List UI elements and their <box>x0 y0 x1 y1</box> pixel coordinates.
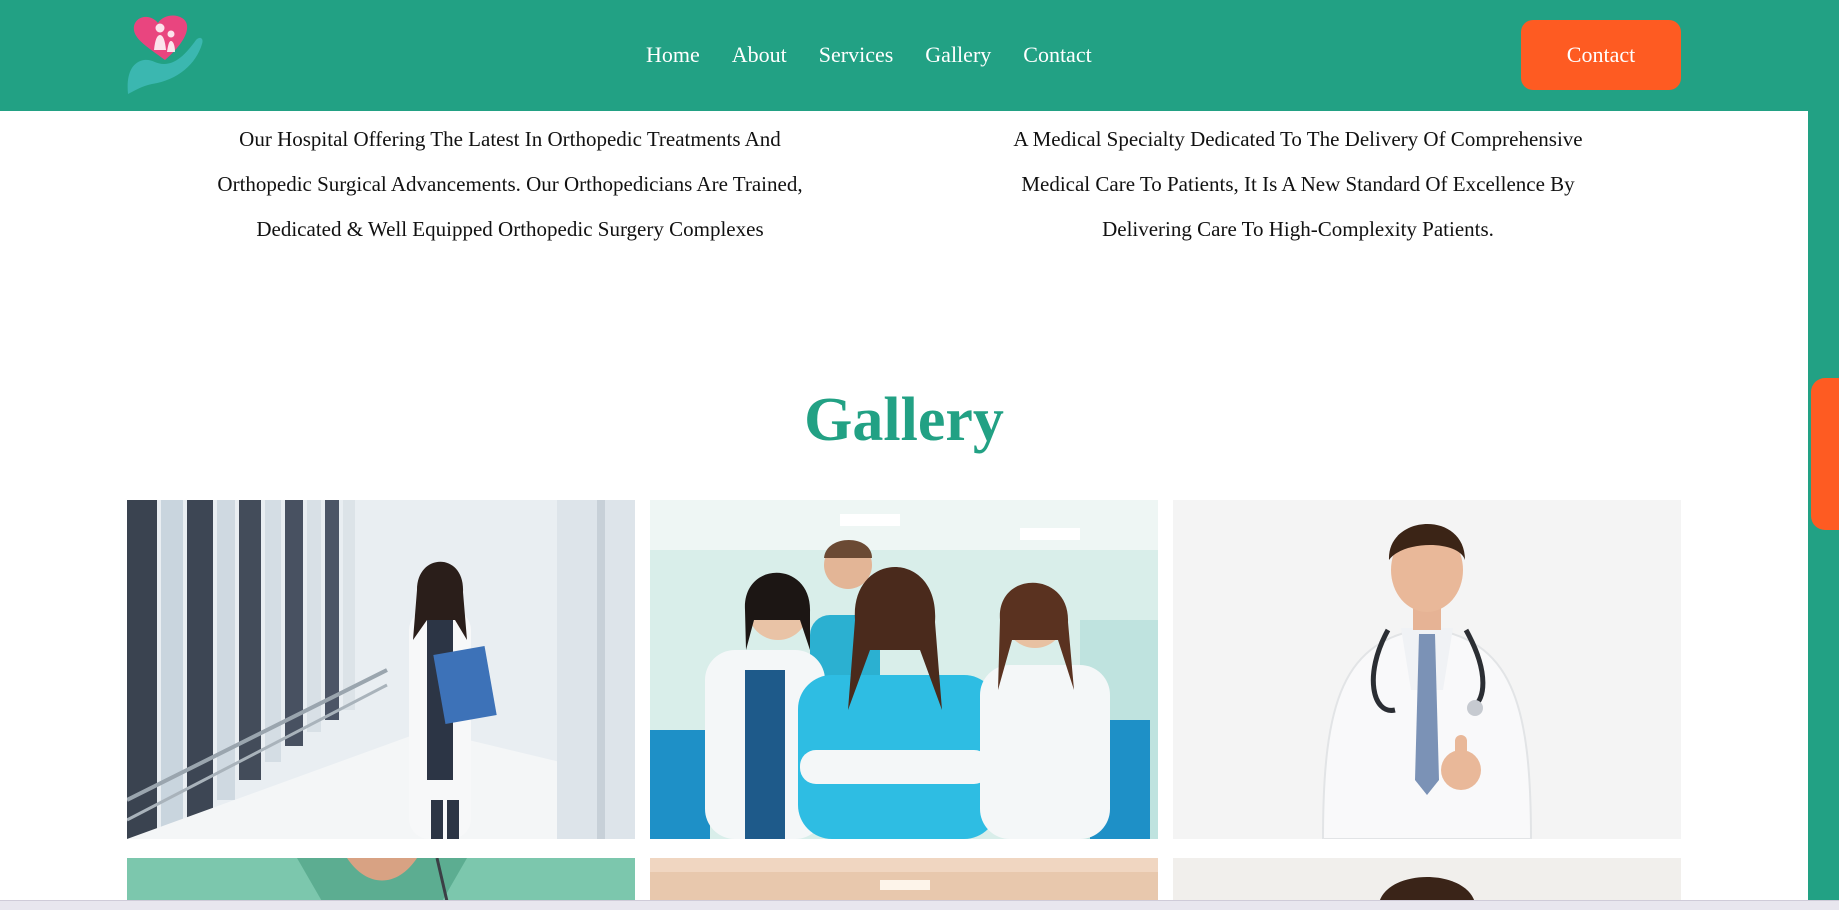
nav-gallery-link[interactable]: Gallery <box>909 40 1007 70</box>
nav-contact-link[interactable]: Contact <box>1007 40 1107 70</box>
intro-right-line: A Medical Specialty Dedicated To The Del… <box>1013 127 1583 151</box>
nav-services-link[interactable]: Services <box>803 40 910 70</box>
intro-left-line: Orthopedic Surgical Advancements. Our Or… <box>217 172 803 196</box>
intro-right-line: Delivering Care To High-Complexity Patie… <box>1102 217 1494 241</box>
intro-left-paragraph: Our Hospital Offering The Latest In Orth… <box>160 117 860 252</box>
intro-left-line: Our Hospital Offering The Latest In Orth… <box>239 127 781 151</box>
main-nav: Home About Services Gallery Contact <box>630 40 1108 70</box>
gallery-heading: Gallery <box>804 386 1004 454</box>
nav-about-link[interactable]: About <box>716 40 803 70</box>
site-header: Home About Services Gallery Contact Cont… <box>0 0 1839 111</box>
intro-right-line: Medical Care To Patients, It Is A New St… <box>1021 172 1575 196</box>
intro-right-paragraph: A Medical Specialty Dedicated To The Del… <box>948 117 1648 252</box>
browser-bottom-bar <box>0 900 1839 910</box>
nav-home-link[interactable]: Home <box>630 40 716 70</box>
gallery-image-medical-team[interactable] <box>650 500 1158 839</box>
intro-left-line: Dedicated & Well Equipped Orthopedic Sur… <box>256 217 764 241</box>
heart-hand-logo-icon[interactable] <box>126 14 204 96</box>
scrollbar-thumb[interactable] <box>1811 378 1839 530</box>
page: Home About Services Gallery Contact Cont… <box>0 0 1839 910</box>
contact-button[interactable]: Contact <box>1521 20 1681 90</box>
gallery-image-smiling-doctor[interactable] <box>1173 500 1681 839</box>
gallery-image-doctor-hallway[interactable] <box>127 500 635 839</box>
